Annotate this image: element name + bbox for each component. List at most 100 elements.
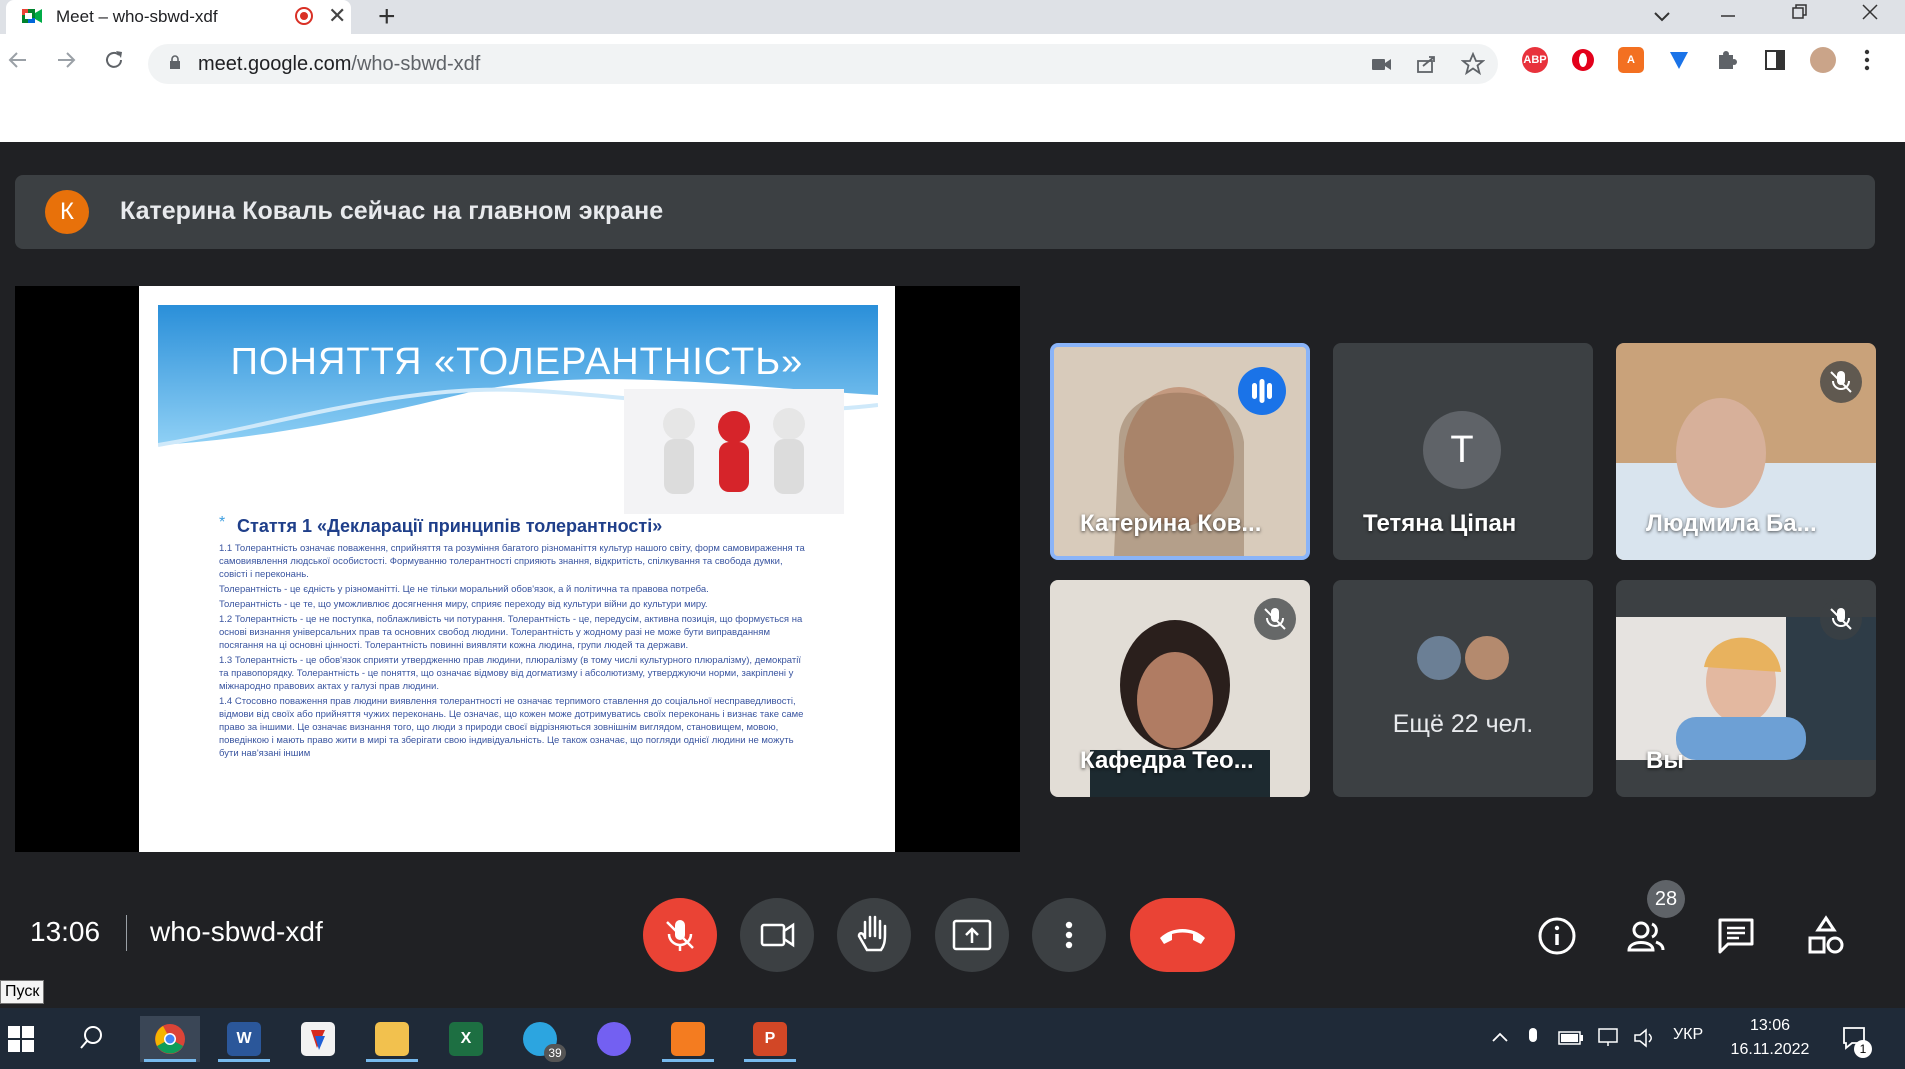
active-indicator [366,1059,418,1062]
participant-avatar: Т [1423,411,1501,489]
leave-call-button[interactable] [1130,898,1235,972]
more-vert-icon [1065,921,1073,949]
active-indicator [144,1059,196,1062]
taskbar-clock[interactable]: 13:06 16.11.2022 [1720,1014,1820,1062]
mic-off-icon [1254,598,1296,640]
more-participants-label: Ещё 22 чел. [1392,710,1534,738]
folder-icon [375,1022,409,1056]
sidepanel-icon[interactable] [1762,47,1788,73]
video-camera-icon [760,922,795,948]
tab-search-icon[interactable] [1652,6,1672,26]
camera-icon[interactable] [1370,52,1394,76]
close-window-icon[interactable] [1860,2,1880,22]
more-participants-tile[interactable]: Ещё 22 чел. [1333,580,1593,797]
lock-icon [170,55,180,69]
mic-off-icon [666,920,694,951]
browser-tab[interactable]: Meet – who-sbwd-xdf ✕ [6,0,351,34]
present-icon [952,919,992,951]
active-indicator [744,1059,796,1062]
taskbar-powerpoint[interactable]: P [740,1016,800,1062]
new-tab-button[interactable]: + [378,0,396,34]
slide-subtitle: Стаття 1 «Декларації принципів толерантн… [237,516,663,536]
people-illustration [624,389,844,514]
camera-toggle-button[interactable] [740,898,814,972]
participant-name: Тетяна Ціпан [1363,510,1517,537]
participant-thumb-avatar [1465,636,1509,680]
taskbar-explorer[interactable] [362,1016,422,1062]
presentation-view: ПОНЯТТЯ «ТОЛЕРАНТНІСТЬ» * Стаття 1 «Декл… [15,286,1020,852]
participant-tile[interactable]: Кафедра Тео... [1050,580,1310,797]
taskbar-word[interactable]: W [214,1016,274,1062]
raise-hand-button[interactable] [837,898,911,972]
recording-icon [295,7,313,25]
search-icon[interactable] [78,1024,106,1052]
language-indicator[interactable]: УКР [1673,1026,1703,1044]
taskbar-date: 16.11.2022 [1730,1041,1810,1058]
participant-name: Катерина Ков... [1080,510,1262,537]
puzzle-icon[interactable] [1714,47,1740,73]
participant-name: Кафедра Тео... [1080,747,1254,774]
wallet-icon[interactable] [1666,47,1692,73]
omnibox[interactable]: meet.google.com/who-sbwd-xdf [148,44,1498,84]
people-icon[interactable] [1621,912,1669,960]
powerpoint-icon: P [753,1022,787,1056]
battery-icon[interactable] [1558,1029,1584,1047]
mic-toggle-button[interactable] [643,898,717,972]
slide-paragraph: Толерантність - це єдність у різноманітт… [219,584,709,595]
activities-icon[interactable] [1802,912,1850,960]
present-screen-button[interactable] [935,898,1009,972]
taskbar-viber[interactable] [584,1016,644,1062]
taskbar-pdf[interactable] [658,1016,718,1062]
tab-title: Meet – who-sbwd-xdf [56,7,218,26]
more-options-button[interactable] [1032,898,1106,972]
participant-tile-self[interactable]: Вы [1616,580,1876,797]
reload-icon[interactable] [102,48,126,72]
forward-icon[interactable] [54,48,78,72]
participant-tile-speaker[interactable]: Катерина Ков... [1050,343,1310,560]
minimize-icon[interactable] [1718,6,1738,26]
slide-title: ПОНЯТТЯ «ТОЛЕРАНТНІСТЬ» [230,341,804,383]
taskbar-chrome[interactable] [140,1016,200,1062]
volume-icon[interactable] [1632,1026,1656,1050]
share-icon[interactable] [1415,52,1439,76]
viber-icon [597,1022,631,1056]
telegram-badge: 39 [544,1044,566,1062]
taskbar-telegram[interactable]: 39 [510,1016,570,1062]
url-host: meet.google.com [198,53,352,75]
opera-icon[interactable] [1570,47,1596,73]
divider [126,915,127,951]
back-icon[interactable] [6,48,30,72]
close-tab-icon[interactable]: ✕ [328,3,346,29]
more-icon[interactable] [1862,48,1872,72]
extension-a-icon[interactable]: A [1618,47,1644,73]
participant-tile[interactable]: Людмила Ба... [1616,343,1876,560]
bullet-star-icon: * [219,514,226,531]
url-path: /who-sbwd-xdf [351,53,481,75]
tray-chevron-icon[interactable] [1490,1030,1510,1044]
meeting-code: who-sbwd-xdf [150,916,323,947]
slide-body: 1.1 Толерантність означає поваження, спр… [219,542,809,762]
word-icon: W [227,1022,261,1056]
participant-name: Вы [1646,747,1684,774]
taskbar-excel[interactable]: X [436,1016,496,1062]
chrome-icon [155,1024,185,1054]
microphone-tray-icon[interactable] [1525,1026,1541,1050]
chat-icon[interactable] [1712,912,1760,960]
slide: ПОНЯТТЯ «ТОЛЕРАНТНІСТЬ» * Стаття 1 «Декл… [139,286,895,852]
profile-avatar[interactable] [1810,47,1836,73]
adblock-plus-icon[interactable]: ABP [1522,47,1548,73]
restore-icon[interactable] [1790,2,1810,22]
windows-start-icon[interactable] [8,1026,34,1052]
pdf-icon [671,1022,705,1056]
bookmark-star-icon[interactable] [1461,52,1485,76]
hang-up-icon [1160,929,1205,944]
meeting-info-icon[interactable] [1533,912,1581,960]
windows-taskbar: W X 39 P УКР 13:06 16.11.2022 1 [0,1008,1905,1069]
speaking-indicator-icon [1238,367,1286,415]
participant-thumb-avatar [1417,636,1461,680]
network-icon[interactable] [1596,1026,1622,1048]
participant-tile[interactable]: Т Тетяна Ціпан [1333,343,1593,560]
notification-count: 1 [1854,1040,1872,1058]
taskbar-app[interactable] [288,1016,348,1062]
taskbar-time: 13:06 [1749,1017,1791,1034]
